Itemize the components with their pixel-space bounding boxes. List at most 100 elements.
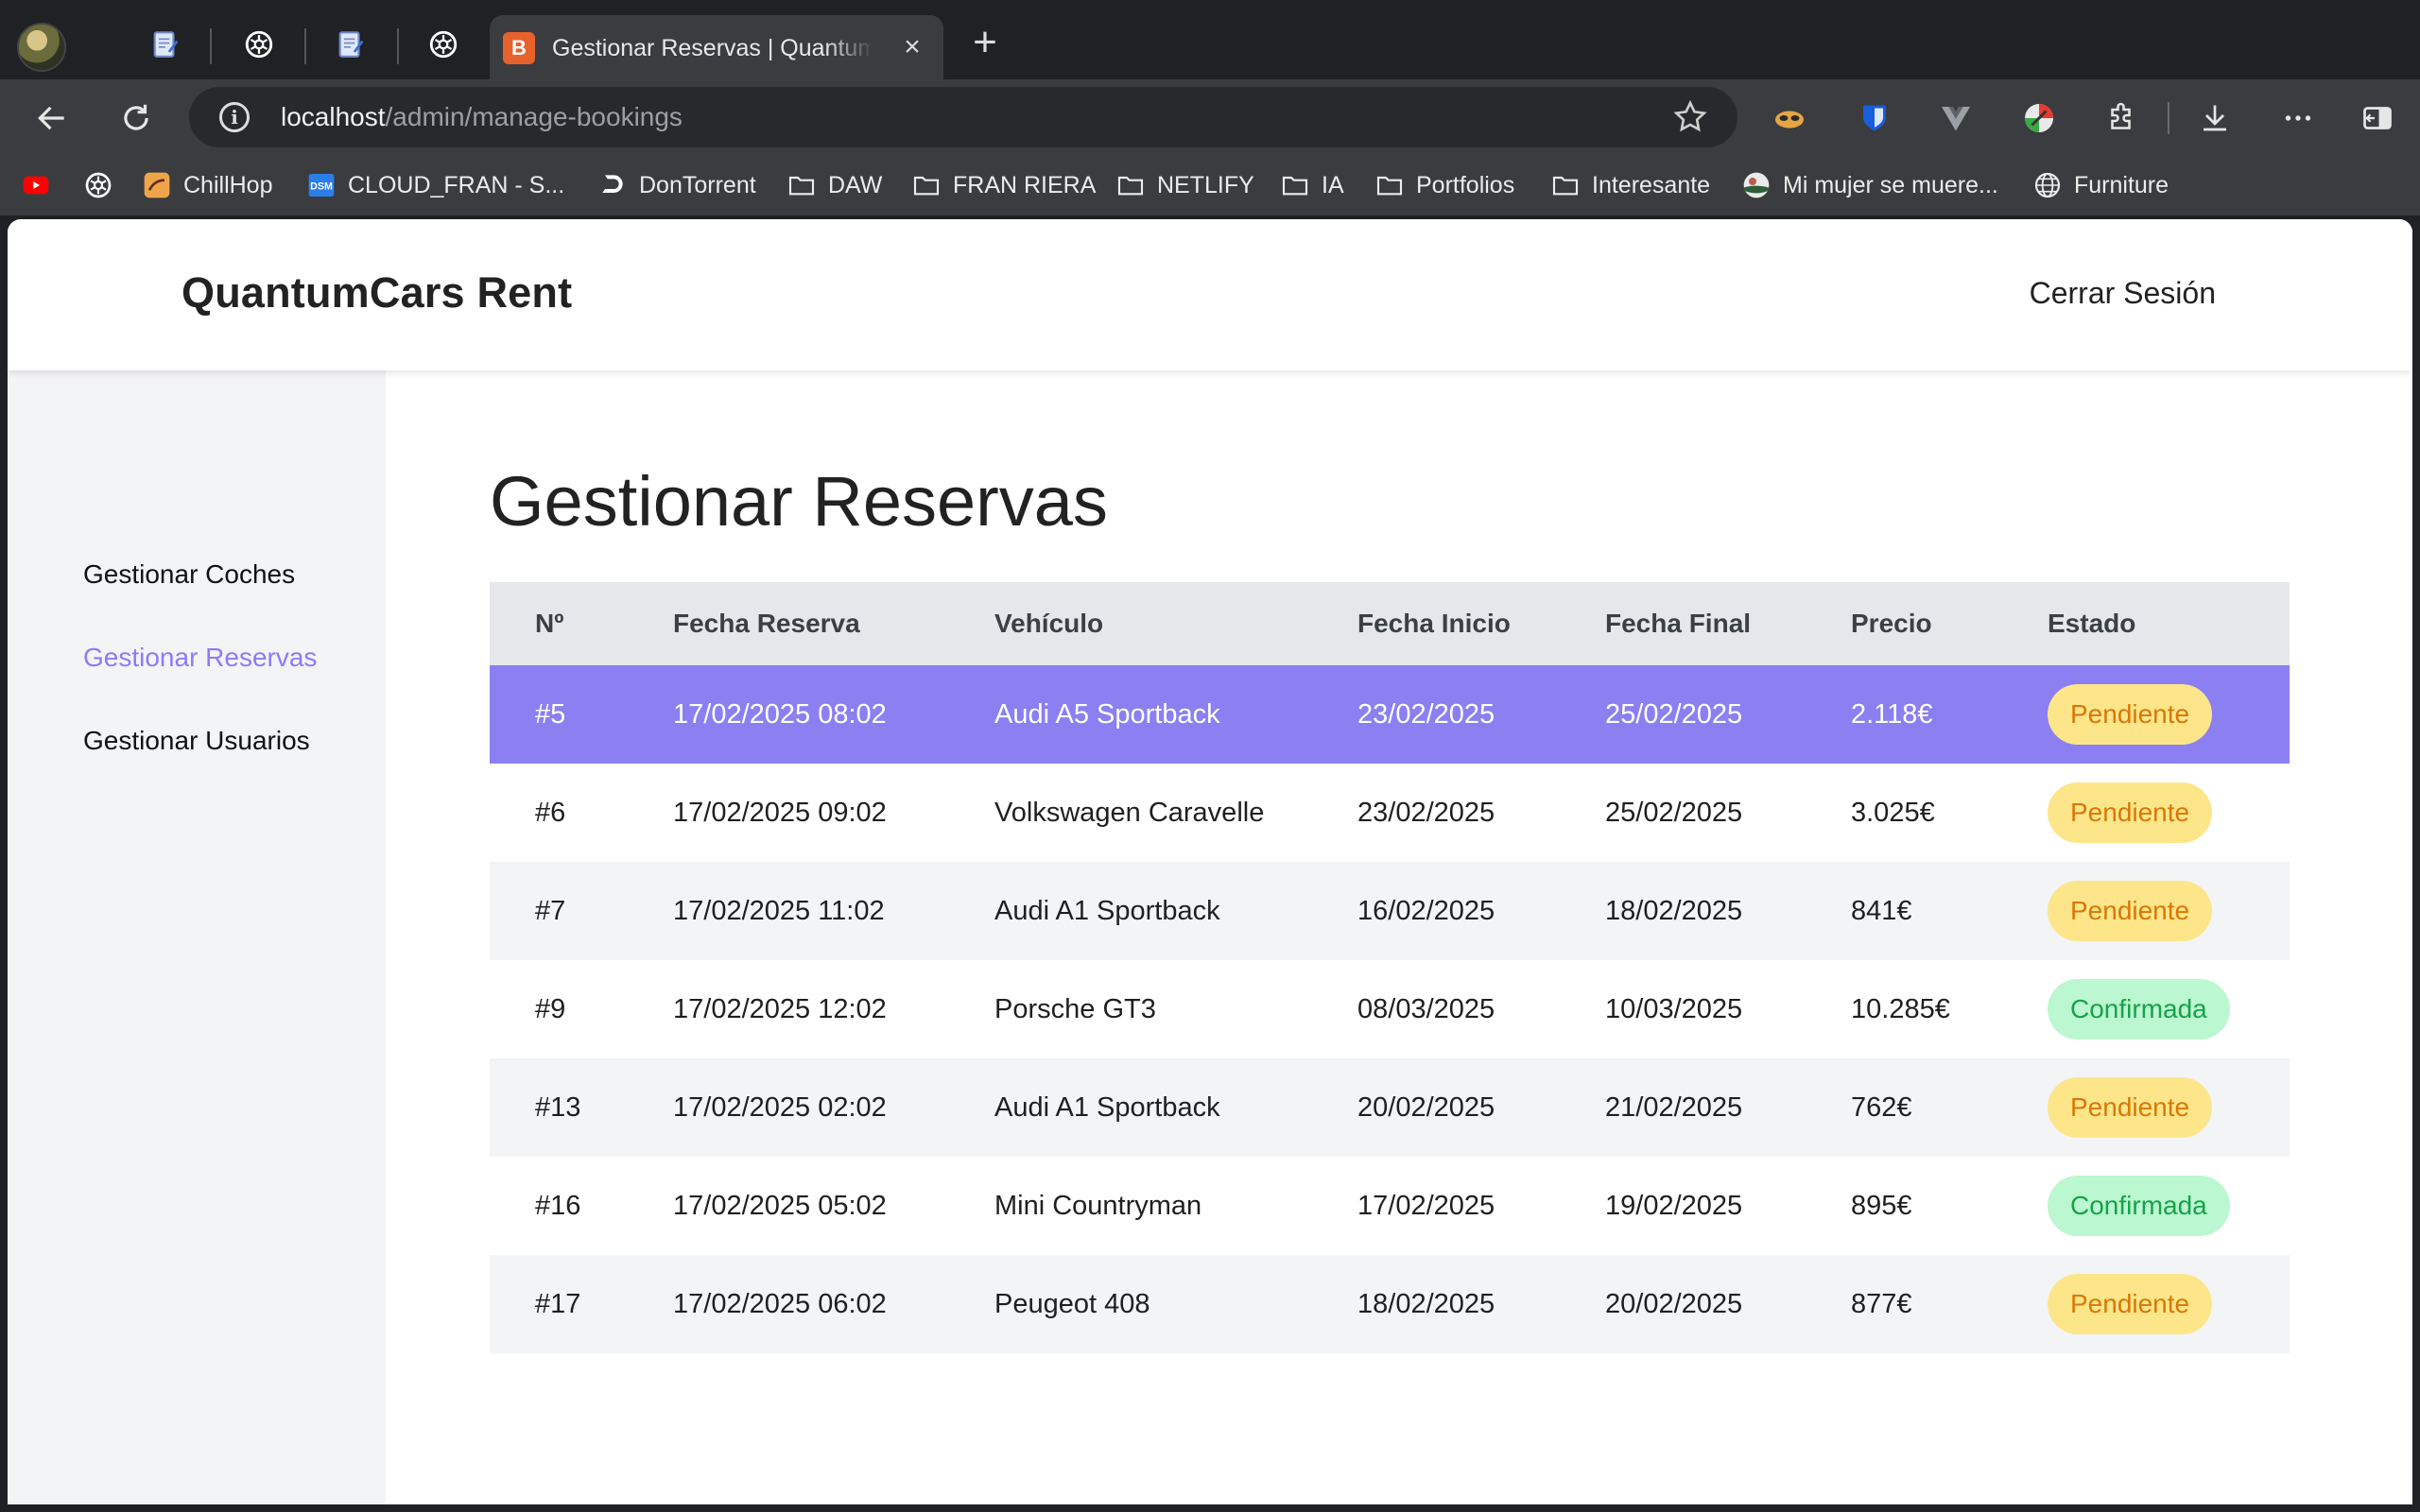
openai-icon — [429, 30, 458, 59]
table-row[interactable]: #6 17/02/2025 09:02 Volkswagen Caravelle… — [490, 764, 2290, 862]
cell-id: #6 — [535, 798, 566, 828]
cell-price: 895€ — [1851, 1191, 1912, 1221]
cell-end: 20/02/2025 — [1605, 1289, 1743, 1319]
color-picker-icon — [2025, 104, 2053, 132]
youtube-icon — [21, 170, 51, 200]
bookmark-cloud-fran[interactable]: DSM CLOUD_FRAN - S... — [306, 167, 564, 203]
folder-icon — [1374, 170, 1405, 200]
tab-notes-2[interactable] — [335, 28, 367, 60]
extension-mask[interactable] — [1772, 100, 1807, 136]
downloads-button[interactable] — [2197, 100, 2233, 136]
cell-vehicle: Audi A1 Sportback — [994, 896, 1220, 926]
site-header: QuantumCars Rent Cerrar Sesión — [8, 219, 2412, 370]
column-header-vehicle: Vehículo — [994, 609, 1104, 638]
brand-logo[interactable]: QuantumCars Rent — [182, 268, 572, 318]
cell-vehicle: Audi A1 Sportback — [994, 1092, 1220, 1123]
tab-openai-2[interactable] — [427, 28, 459, 60]
table-row[interactable]: #7 17/02/2025 11:02 Audi A1 Sportback 16… — [490, 862, 2290, 960]
status-badge[interactable]: Confirmada — [2048, 979, 2230, 1040]
table-row[interactable]: #9 17/02/2025 12:02 Porsche GT3 08/03/20… — [490, 960, 2290, 1058]
bookmark-dontorrent[interactable]: DonTorrent — [597, 167, 756, 203]
sidebar-item-reservas[interactable]: Gestionar Reservas — [83, 643, 317, 673]
bookmark-label: CLOUD_FRAN - S... — [348, 171, 565, 198]
status-badge[interactable]: Pendiente — [2048, 782, 2213, 843]
table-header: Nº Fecha Reserva Vehículo Fecha Inicio F… — [490, 582, 2290, 665]
table-row[interactable]: #13 17/02/2025 02:02 Audi A1 Sportback 2… — [490, 1058, 2290, 1157]
cell-start: 16/02/2025 — [1357, 896, 1495, 926]
bookmark-folder-fran-riera[interactable]: FRAN RIERA — [911, 167, 1096, 203]
status-badge[interactable]: Pendiente — [2048, 1077, 2213, 1138]
tab-notes[interactable] — [149, 28, 182, 60]
bookmark-label: DonTorrent — [639, 171, 756, 198]
bookmark-mi-mujer[interactable]: Mi mujer se muere... — [1741, 167, 1998, 203]
status-badge[interactable]: Pendiente — [2048, 684, 2213, 745]
cell-start: 18/02/2025 — [1357, 1289, 1495, 1319]
bookmark-folder-portfolios[interactable]: Portfolios — [1374, 167, 1514, 203]
cell-vehicle: Volkswagen Caravelle — [994, 798, 1265, 828]
table-row[interactable]: #5 17/02/2025 08:02 Audi A5 Sportback 23… — [490, 665, 2290, 764]
download-icon — [2204, 105, 2226, 131]
cell-price: 841€ — [1851, 896, 1912, 926]
table-row[interactable]: #16 17/02/2025 05:02 Mini Countryman 17/… — [490, 1157, 2290, 1255]
extension-color[interactable] — [2021, 100, 2057, 136]
folder-icon — [786, 170, 817, 200]
folder-icon — [1550, 170, 1581, 200]
tab-strip: B Gestionar Reservas | QuantumCars Rent … — [0, 0, 2420, 81]
bookmark-label: Portfolios — [1416, 171, 1515, 198]
extension-vue[interactable] — [1938, 100, 1974, 136]
bookmark-folder-ia[interactable]: IA — [1280, 167, 1344, 203]
cell-price: 3.025€ — [1851, 798, 1935, 828]
bookmark-label: DAW — [828, 171, 883, 198]
cell-end: 25/02/2025 — [1605, 798, 1743, 828]
bookmark-youtube[interactable] — [21, 167, 51, 203]
new-tab-button[interactable]: + — [966, 22, 1004, 63]
tab-title: Gestionar Reservas | QuantumCars Rent — [552, 35, 873, 61]
folder-icon — [911, 170, 942, 200]
address-bar[interactable]: i localhost/admin/manage-bookings — [189, 87, 1737, 147]
extension-bitwarden[interactable] — [1857, 100, 1893, 136]
bookmark-openai[interactable] — [83, 167, 113, 203]
extensions-button[interactable] — [2104, 100, 2140, 136]
menu-button[interactable] — [2280, 100, 2316, 136]
bookmark-star-icon[interactable] — [1671, 98, 1709, 136]
profile-avatar[interactable] — [17, 23, 66, 72]
cell-id: #7 — [535, 896, 566, 926]
site-info-icon[interactable]: i — [219, 102, 250, 132]
column-header-booked: Fecha Reserva — [673, 609, 860, 638]
chillhop-icon — [142, 170, 172, 200]
sidebar-item-usuarios[interactable]: Gestionar Usuarios — [83, 726, 310, 756]
bookmark-label: Interesante — [1592, 171, 1711, 198]
status-badge[interactable]: Pendiente — [2048, 1274, 2213, 1334]
sidebar-toggle-button[interactable] — [2360, 100, 2395, 136]
logout-link[interactable]: Cerrar Sesión — [2030, 276, 2216, 311]
table-row[interactable]: #17 17/02/2025 06:02 Peugeot 408 18/02/2… — [490, 1255, 2290, 1353]
bookmark-folder-daw[interactable]: DAW — [786, 167, 882, 203]
bookmark-folder-netlify[interactable]: NETLIFY — [1115, 167, 1254, 203]
cell-end: 10/03/2025 — [1605, 994, 1743, 1024]
cell-end: 21/02/2025 — [1605, 1092, 1743, 1123]
tab-separator — [210, 28, 212, 64]
tab-active[interactable]: B Gestionar Reservas | QuantumCars Rent … — [490, 15, 943, 81]
cell-booked: 17/02/2025 02:02 — [673, 1092, 887, 1123]
cell-price: 762€ — [1851, 1092, 1912, 1123]
column-header-end: Fecha Final — [1605, 609, 1752, 638]
bookmark-chillhop[interactable]: ChillHop — [142, 167, 272, 203]
close-tab-icon[interactable]: × — [898, 33, 926, 62]
url-text[interactable]: localhost/admin/manage-bookings — [281, 102, 683, 132]
sidebar-panel-icon — [2363, 107, 2392, 129]
openai-icon — [83, 170, 113, 200]
bookmark-label: Mi mujer se muere... — [1783, 171, 1998, 198]
status-badge[interactable]: Pendiente — [2048, 881, 2213, 941]
reload-button[interactable] — [114, 96, 158, 140]
tab-openai[interactable] — [243, 28, 275, 60]
back-button[interactable] — [30, 96, 74, 140]
cell-booked: 17/02/2025 08:02 — [673, 699, 887, 730]
main-content: Gestionar Reservas Nº Fecha Reserva Vehí… — [386, 370, 2412, 1504]
sidebar-item-coches[interactable]: Gestionar Coches — [83, 559, 295, 590]
bookmark-furniture[interactable]: Furniture — [2032, 167, 2169, 203]
status-badge[interactable]: Confirmada — [2048, 1176, 2230, 1236]
xampp-icon: B — [503, 32, 535, 64]
puzzle-icon — [2111, 102, 2131, 129]
bookmark-folder-interesante[interactable]: Interesante — [1550, 167, 1710, 203]
bookmark-label: Furniture — [2074, 171, 2169, 198]
